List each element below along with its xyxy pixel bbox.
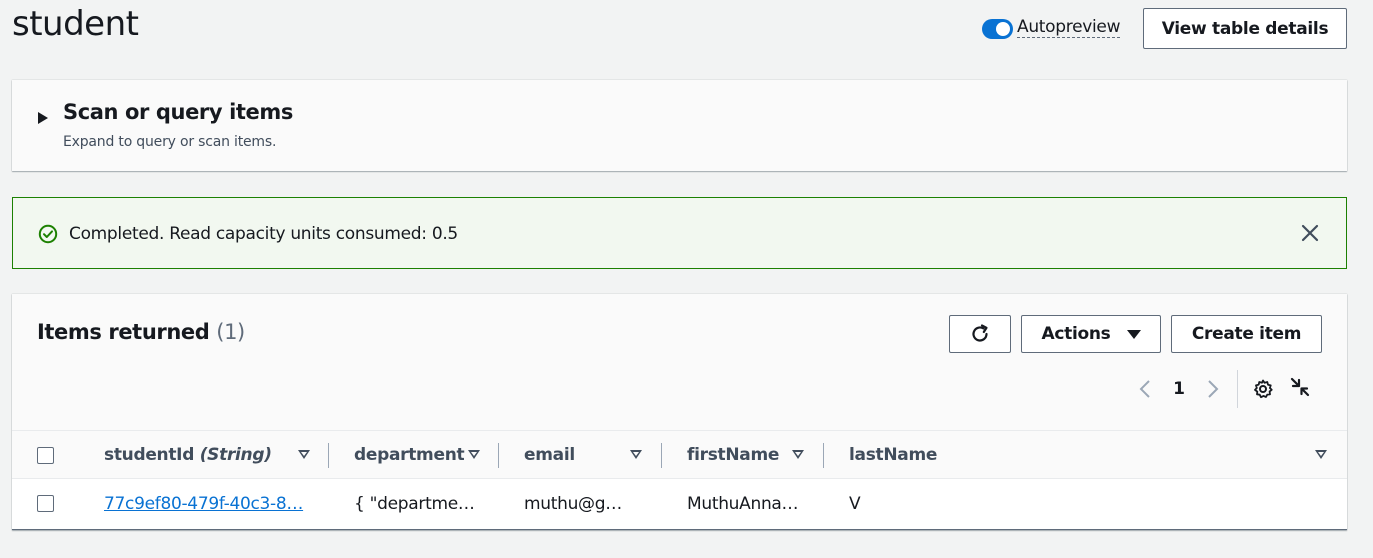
scan-query-description: Expand to query or scan items. [63, 134, 277, 150]
column-name: studentId [104, 445, 195, 465]
toolbar-divider [1237, 370, 1238, 408]
success-flash-message: Completed. Read capacity units consumed:… [12, 197, 1347, 269]
table-header-row: studentId (String) department email firs… [12, 430, 1347, 479]
table-row: 77c9ef80-479f-40c3-8… { "departme… muthu… [12, 479, 1347, 530]
lastName-cell[interactable]: V [849, 494, 861, 514]
column-divider[interactable] [823, 443, 824, 468]
items-returned-panel: Items returned (1) Actions Create item 1 [12, 294, 1347, 530]
sort-icon[interactable] [1315, 450, 1327, 459]
sort-icon[interactable] [792, 450, 804, 459]
caret-down-icon [1126, 329, 1141, 339]
row-select-checkbox[interactable] [37, 495, 54, 512]
sort-icon[interactable] [298, 450, 310, 459]
chevron-right-icon[interactable] [1202, 376, 1224, 402]
scan-query-panel: Scan or query items Expand to query or s… [12, 80, 1347, 171]
autopreview-control[interactable]: Autopreview [982, 16, 1120, 39]
scan-query-title[interactable]: Scan or query items [63, 100, 293, 124]
column-divider[interactable] [328, 443, 329, 468]
items-table: studentId (String) department email firs… [12, 430, 1347, 530]
close-icon[interactable] [1299, 222, 1321, 244]
autopreview-toggle[interactable] [982, 19, 1013, 39]
items-returned-title: Items returned (1) [37, 320, 245, 344]
column-header-department[interactable]: department [354, 445, 465, 465]
sort-icon[interactable] [468, 450, 480, 459]
check-circle-icon [38, 224, 58, 244]
items-title-label: Items returned [37, 320, 210, 344]
select-all-checkbox[interactable] [37, 447, 54, 464]
column-header-firstName[interactable]: firstName [687, 445, 779, 465]
column-header-lastName[interactable]: lastName [849, 445, 937, 465]
expand-caret-icon[interactable] [38, 112, 48, 124]
email-cell[interactable]: muthu@g… [524, 494, 622, 514]
actions-dropdown-button[interactable]: Actions [1021, 315, 1161, 353]
refresh-icon [972, 324, 988, 342]
autopreview-label[interactable]: Autopreview [1017, 17, 1120, 38]
items-count: (1) [216, 320, 245, 344]
shrink-icon[interactable] [1289, 376, 1311, 398]
refresh-button[interactable] [949, 315, 1011, 353]
create-item-button[interactable]: Create item [1171, 315, 1322, 353]
firstName-cell[interactable]: MuthuAnna… [687, 494, 799, 514]
chevron-left-icon[interactable] [1134, 376, 1156, 402]
column-divider[interactable] [498, 443, 499, 468]
actions-label: Actions [1041, 324, 1111, 344]
page-title: student [12, 4, 139, 44]
column-header-email[interactable]: email [524, 445, 575, 465]
column-type: (String) [199, 445, 272, 465]
column-header-studentId[interactable]: studentId (String) [104, 445, 272, 465]
sort-icon[interactable] [630, 450, 642, 459]
department-cell[interactable]: { "departme… [354, 494, 475, 514]
column-divider[interactable] [661, 443, 662, 468]
gear-icon[interactable] [1252, 378, 1274, 400]
flash-message-text: Completed. Read capacity units consumed:… [69, 224, 458, 244]
studentId-link[interactable]: 77c9ef80-479f-40c3-8… [104, 494, 303, 514]
view-table-details-button[interactable]: View table details [1143, 8, 1347, 49]
pagination: 1 [1134, 376, 1224, 402]
current-page-number[interactable]: 1 [1156, 379, 1202, 399]
